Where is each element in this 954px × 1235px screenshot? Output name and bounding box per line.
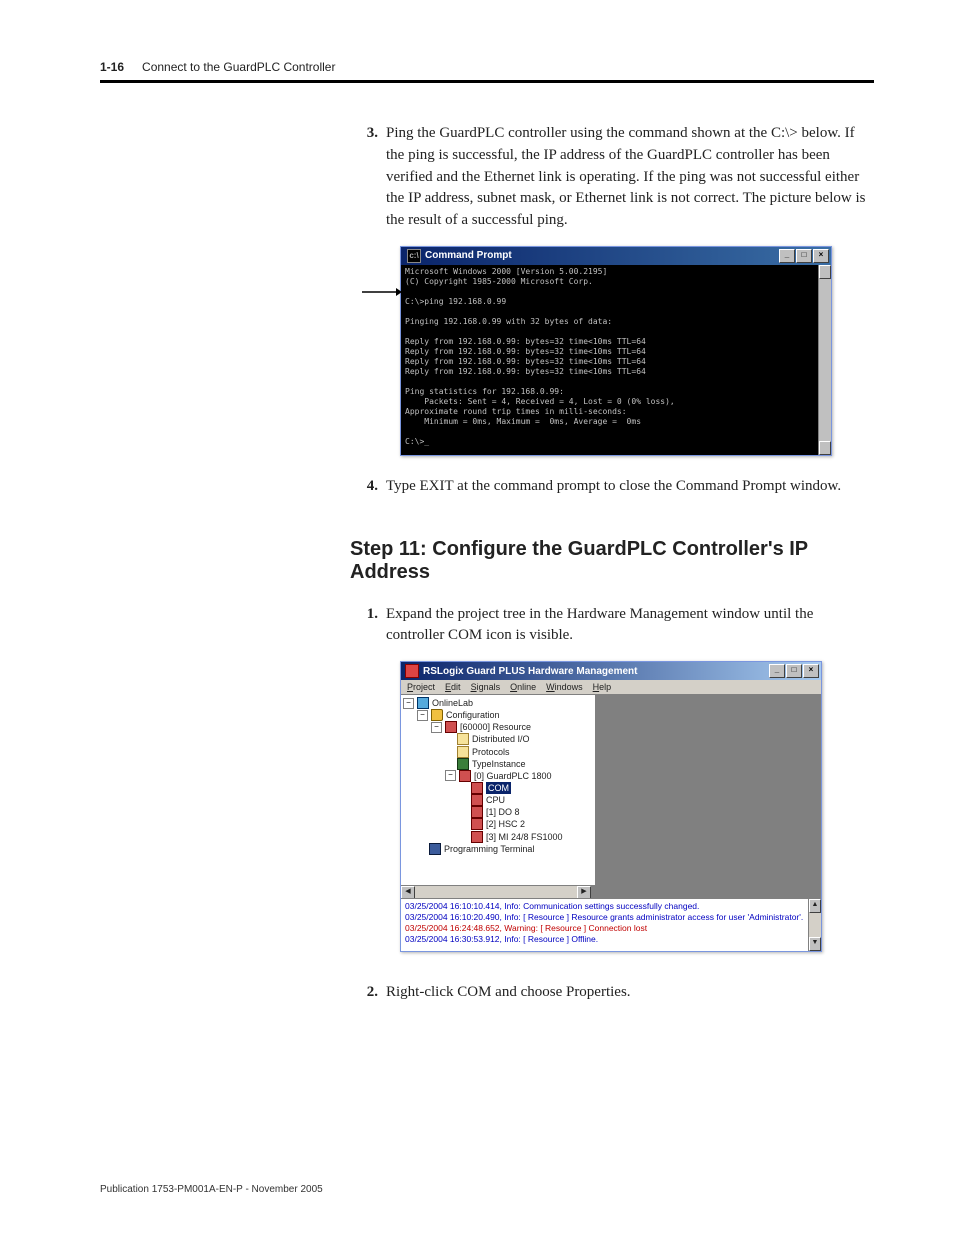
tree-programming-terminal[interactable]: Programming Terminal [444, 843, 534, 855]
resource-icon [445, 721, 457, 733]
arrow-icon [362, 286, 402, 298]
menu-bar[interactable]: Project Edit Signals Online Windows Help [401, 680, 821, 695]
tree-mi[interactable]: [3] MI 24/8 FS1000 [486, 831, 563, 843]
menu-windows[interactable]: Windows [546, 682, 583, 692]
tree-typeinstance[interactable]: TypeInstance [472, 758, 526, 770]
tree-resource[interactable]: [60000] Resource [460, 721, 531, 733]
page-number: 1-16 [100, 60, 124, 74]
hw-title: RSLogix Guard PLUS Hardware Management [423, 666, 765, 677]
step-4-text: Type EXIT at the command prompt to close… [386, 476, 874, 498]
menu-edit[interactable]: Edit [445, 682, 461, 692]
log-line: 03/25/2004 16:10:10.414, Info: Communica… [405, 901, 817, 912]
log-line: 03/25/2004 16:24:48.652, Warning: [ Reso… [405, 923, 817, 934]
tree-cpu[interactable]: CPU [486, 794, 505, 806]
step-3-number: 3. [360, 123, 378, 232]
typeinstance-icon [457, 758, 469, 770]
section-11-heading: Step 11: Configure the GuardPLC Controll… [350, 538, 874, 584]
close-button[interactable]: × [803, 664, 819, 678]
scroll-down-icon[interactable]: ▼ [819, 441, 831, 455]
scroll-up-icon[interactable]: ▲ [819, 265, 831, 279]
tree-com[interactable]: COM [486, 782, 511, 794]
maximize-button[interactable]: □ [786, 664, 802, 678]
publication-footer: Publication 1753-PM001A-EN-P - November … [100, 1184, 323, 1195]
folder-icon [457, 733, 469, 745]
close-button[interactable]: × [813, 249, 829, 263]
step-2-number: 2. [360, 982, 378, 1004]
com-icon [471, 782, 483, 794]
empty-pane [596, 695, 821, 885]
menu-project[interactable]: Project [407, 682, 435, 692]
project-tree[interactable]: −OnlineLab −Configuration −[60000] Resou… [401, 695, 596, 885]
log-line: 03/25/2004 16:10:20.490, Info: [ Resourc… [405, 912, 817, 923]
menu-signals[interactable]: Signals [471, 682, 501, 692]
menu-help[interactable]: Help [593, 682, 612, 692]
maximize-button[interactable]: □ [796, 249, 812, 263]
folder-icon [431, 709, 443, 721]
hardware-management-window: RSLogix Guard PLUS Hardware Management _… [400, 661, 822, 952]
project-icon [417, 697, 429, 709]
menu-online[interactable]: Online [510, 682, 536, 692]
command-prompt-window: c:\ Command Prompt _ □ × Microsoft Windo… [400, 246, 832, 456]
scroll-up-icon[interactable]: ▲ [809, 899, 821, 913]
log-scrollbar[interactable]: ▲ ▼ [808, 899, 821, 951]
tree-hscrollbar[interactable]: ◀ ▶ [401, 885, 591, 898]
step-1-text: Expand the project tree in the Hardware … [386, 604, 874, 648]
cmd-app-icon: c:\ [407, 249, 421, 263]
slot-icon [471, 831, 483, 843]
tree-collapse-icon[interactable]: − [431, 722, 442, 733]
step-3-text: Ping the GuardPLC controller using the c… [386, 123, 874, 232]
tree-distributed-io[interactable]: Distributed I/O [472, 733, 530, 745]
chapter-title: Connect to the GuardPLC Controller [142, 60, 335, 74]
tree-protocols[interactable]: Protocols [472, 746, 510, 758]
minimize-button[interactable]: _ [779, 249, 795, 263]
tree-configuration[interactable]: Configuration [446, 709, 500, 721]
tree-collapse-icon[interactable]: − [403, 698, 414, 709]
cpu-icon [471, 794, 483, 806]
scroll-down-icon[interactable]: ▼ [809, 937, 821, 951]
step-2-text: Right-click COM and choose Properties. [386, 982, 874, 1004]
tree-guardplc[interactable]: [0] GuardPLC 1800 [474, 770, 552, 782]
folder-icon [457, 746, 469, 758]
tree-do8[interactable]: [1] DO 8 [486, 806, 520, 818]
step-1-number: 1. [360, 604, 378, 648]
slot-icon [471, 818, 483, 830]
log-line: 03/25/2004 16:30:53.912, Info: [ Resourc… [405, 934, 817, 945]
tree-collapse-icon[interactable]: − [445, 770, 456, 781]
tree-collapse-icon[interactable]: − [417, 710, 428, 721]
tree-hsc2[interactable]: [2] HSC 2 [486, 818, 525, 830]
slot-icon [471, 806, 483, 818]
minimize-button[interactable]: _ [769, 664, 785, 678]
tree-project[interactable]: OnlineLab [432, 697, 473, 709]
hw-app-icon [405, 664, 419, 678]
cmd-scrollbar[interactable]: ▲▼ [818, 265, 831, 455]
header-rule [100, 80, 874, 83]
log-pane: 03/25/2004 16:10:10.414, Info: Communica… [401, 898, 821, 951]
cmd-title: Command Prompt [425, 250, 775, 263]
step-4-number: 4. [360, 476, 378, 498]
terminal-icon [429, 843, 441, 855]
cmd-output: Microsoft Windows 2000 [Version 5.00.219… [401, 265, 831, 455]
plc-icon [459, 770, 471, 782]
